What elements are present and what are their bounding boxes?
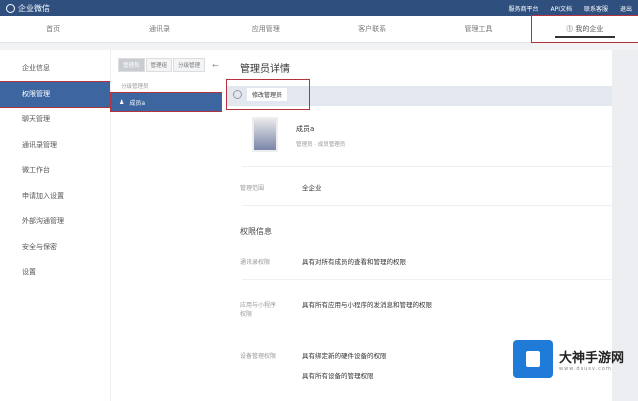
sidebar-item-chat[interactable]: 聊天管理	[0, 107, 110, 133]
scope-value: 全企业	[302, 184, 322, 192]
link-api[interactable]: API文档	[550, 4, 572, 13]
sidebar-item-workbench[interactable]: 微工作台	[0, 158, 110, 184]
nav-tools[interactable]: 管理工具	[425, 16, 531, 42]
sidebar-item-security[interactable]: 安全与保密	[0, 235, 110, 261]
perm-value: 具有所有应用与小程序的发消息和管理的权限	[302, 301, 432, 309]
edit-icon	[233, 90, 242, 99]
perm-label: 设备管理权限	[240, 353, 277, 360]
nav-my-enterprise[interactable]: ⓵ 我的企业	[530, 15, 638, 43]
back-arrow-icon[interactable]: ←	[212, 61, 219, 70]
top-bar: 企业微信 服务商平台 API文档 联系客服 退出	[0, 0, 638, 16]
sidebar-item-join[interactable]: 申请加入设置	[0, 184, 110, 210]
nav-label: 我的企业	[575, 25, 604, 33]
avatar	[252, 117, 278, 152]
perm-value: 具有绑定新的硬件设备的权限	[302, 352, 387, 360]
edit-admin-button[interactable]: 修改管理员	[226, 79, 310, 110]
scope-label: 管理范围	[240, 185, 265, 192]
page-title: 管理员详情	[240, 64, 290, 75]
watermark: 大神手游网 www.dsusv.com	[513, 340, 624, 378]
main-nav: 首页 通讯录 应用管理 客户联系 管理工具 ⓵ 我的企业	[0, 15, 638, 43]
sidebar-item-contacts[interactable]: 通讯录管理	[0, 133, 110, 159]
perm-label: 通讯录权限	[240, 259, 271, 266]
sidebar-item-settings[interactable]: 设置	[0, 260, 110, 286]
brand[interactable]: 企业微信	[6, 3, 50, 14]
perm-label: 应用与小程序权限	[240, 302, 277, 318]
perm-value: 具有对所有成员的查看和管理的权限	[302, 258, 406, 266]
watermark-logo-icon	[513, 340, 553, 378]
member-label: 成员a	[129, 99, 146, 107]
edit-label: 修改管理员	[247, 88, 288, 101]
link-logout[interactable]: 退出	[620, 4, 632, 13]
admin-list-panel: 管理员 管理组 分级管理 ← 分级管理员 ♟ 成员a	[110, 50, 223, 401]
app-title: 企业微信	[18, 3, 50, 13]
divider	[242, 166, 612, 167]
watermark-name: 大神手游网	[559, 350, 625, 366]
sidebar-item-info[interactable]: 企业信息	[0, 56, 110, 82]
member-name: 成员a	[296, 125, 315, 133]
link-provider[interactable]: 服务商平台	[508, 4, 538, 13]
tab-groups[interactable]: 管理组	[145, 58, 173, 72]
user-icon: ♟	[119, 98, 125, 106]
divider	[242, 279, 612, 280]
member-item[interactable]: ♟ 成员a	[110, 92, 223, 112]
perm-value: 具有所有设备的管理权限	[302, 372, 374, 380]
group-label: 分级管理员	[121, 84, 149, 90]
divider	[242, 205, 612, 206]
tab-tiered[interactable]: 分级管理	[173, 58, 206, 72]
link-support[interactable]: 联系客服	[584, 4, 608, 13]
nav-apps[interactable]: 应用管理	[213, 16, 319, 42]
nav-customers[interactable]: 客户联系	[319, 16, 425, 42]
logo-icon	[6, 3, 15, 13]
section-title: 权限信息	[240, 227, 272, 236]
nav-home[interactable]: 首页	[0, 16, 106, 42]
member-role: 管理员 · 成员管理员	[296, 142, 346, 148]
watermark-url: www.dsusv.com	[559, 365, 612, 372]
sidebar-item-permissions[interactable]: 权限管理	[0, 80, 111, 108]
nav-contacts[interactable]: 通讯录	[106, 16, 212, 42]
sidebar-item-external[interactable]: 外部沟通管理	[0, 209, 110, 235]
sidebar: 企业信息 权限管理 聊天管理 通讯录管理 微工作台 申请加入设置 外部沟通管理 …	[0, 50, 111, 401]
tab-admins[interactable]: 管理员	[118, 58, 145, 72]
